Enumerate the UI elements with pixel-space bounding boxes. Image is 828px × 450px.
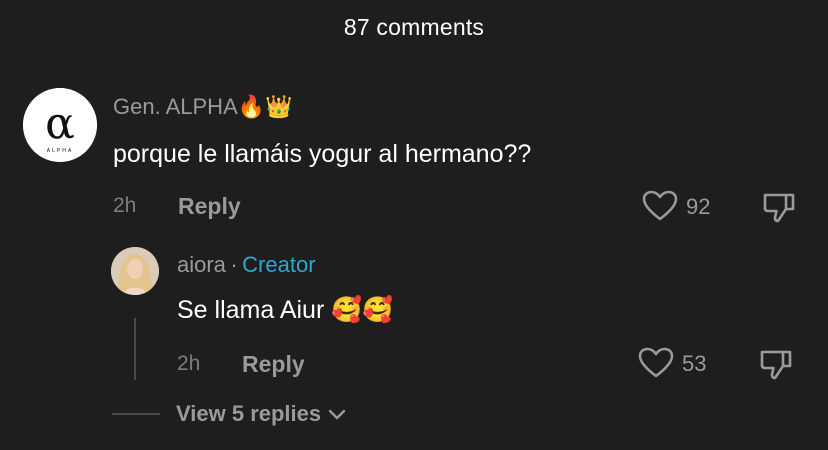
reply-text: Se llama Aiur 🥰🥰 — [177, 296, 394, 324]
view-replies-label: View 5 replies — [176, 401, 322, 426]
reply-like-count: 53 — [682, 351, 707, 376]
avatar-caption-text: ALPHA — [47, 148, 73, 154]
alpha-logo-icon: α ALPHA — [23, 88, 97, 162]
like-button[interactable] — [642, 190, 678, 222]
comments-count-title: 87 comments — [343, 14, 485, 40]
comment-text: porque le llamáis yogur al hermano?? — [113, 140, 532, 168]
separator-dot: · — [230, 252, 238, 277]
creator-badge: Creator — [242, 252, 316, 277]
divider-line — [112, 413, 160, 415]
avatar[interactable]: α ALPHA — [23, 88, 97, 162]
thread-line — [134, 318, 136, 380]
creator-avatar[interactable] — [111, 247, 159, 295]
reply-reply-button[interactable]: Reply — [242, 351, 305, 378]
reply-like-button[interactable] — [638, 347, 674, 379]
reply-timestamp: 2h — [177, 352, 201, 375]
chevron-down-icon — [328, 409, 346, 420]
heart-icon — [642, 190, 678, 221]
comment-username[interactable]: Gen. ALPHA🔥👑 — [113, 94, 293, 120]
view-replies-button[interactable]: View 5 replies — [176, 401, 347, 427]
avatar-logo-text: α — [45, 98, 75, 149]
heart-icon — [638, 347, 674, 378]
comment-timestamp: 2h — [113, 194, 137, 217]
creator-photo — [111, 247, 159, 295]
dislike-button[interactable] — [762, 190, 796, 224]
reply-button[interactable]: Reply — [178, 193, 241, 220]
thumbs-down-icon — [760, 350, 792, 380]
thumbs-down-icon — [763, 193, 795, 223]
reply-dislike-button[interactable] — [759, 347, 793, 381]
like-count: 92 — [686, 194, 711, 219]
reply-username[interactable]: aiora — [177, 252, 226, 277]
